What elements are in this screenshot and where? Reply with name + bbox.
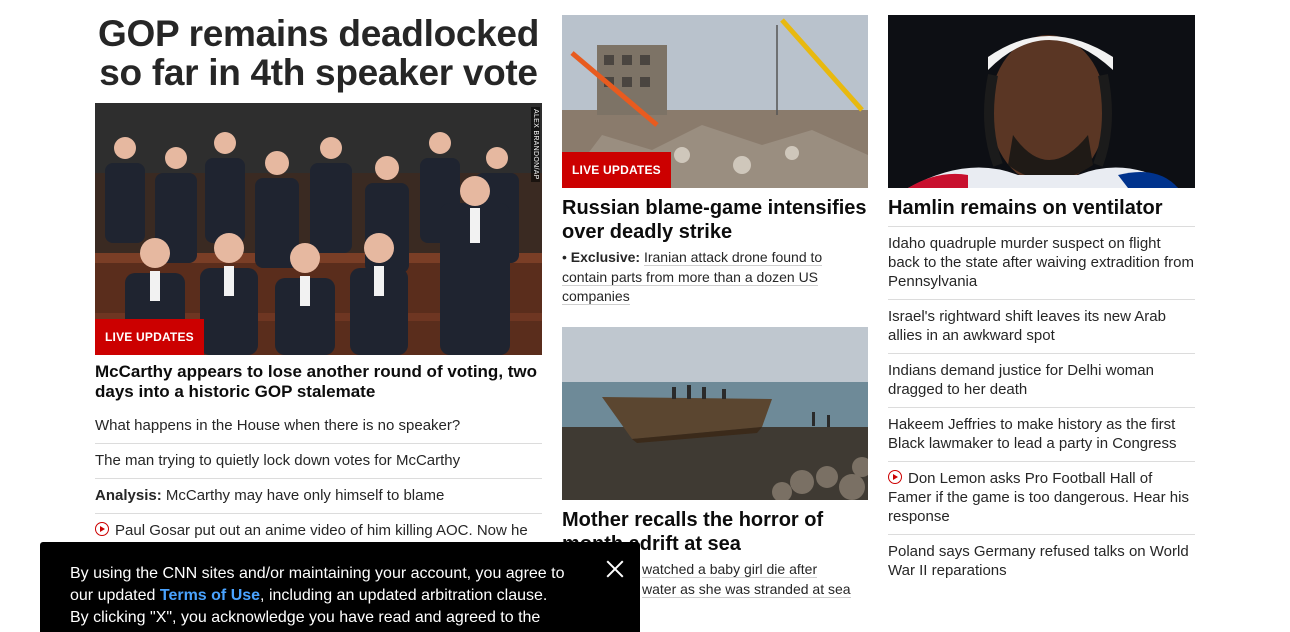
lead-story-headline[interactable]: McCarthy appears to lose another round o… [95,362,542,402]
list-item[interactable]: The man trying to quietly lock down vote… [95,444,542,479]
right-story-links: Idaho quadruple murder suspect on flight… [888,226,1195,588]
photo-credit: ALEX BRANDON/AP [531,107,540,182]
exclusive-label: Exclusive: [570,249,641,265]
terms-of-use-link[interactable]: Terms of Use [160,587,260,604]
house-chamber-image [95,103,542,355]
house-chamber-photo[interactable]: ALEX BRANDON/AP LIVE UPDATES [95,103,542,355]
list-item[interactable]: Israel's rightward shift leaves its new … [888,300,1195,354]
analysis-label: Analysis: [95,487,162,504]
list-item[interactable]: Poland says Germany refused talks on Wor… [888,535,1195,588]
consent-line-3: By clicking "X", you acknowledge you hav… [70,609,541,626]
list-item[interactable]: Idaho quadruple murder suspect on flight… [888,227,1195,300]
list-item[interactable]: Analysis: McCarthy may have only himself… [95,479,542,514]
terms-consent-banner: By using the CNN sites and/or maintainin… [40,542,640,632]
consent-line-2: our updated Terms of Use, including an u… [70,587,548,604]
play-icon [888,470,902,484]
close-icon[interactable] [604,558,626,580]
russia-strike-photo[interactable]: LIVE UPDATES [562,15,868,188]
list-item[interactable]: Hakeem Jeffries to make history as the f… [888,408,1195,462]
list-item[interactable]: Don Lemon asks Pro Football Hall of Fame… [888,462,1195,535]
consent-line-1: By using the CNN sites and/or maintainin… [70,565,565,582]
boat-on-beach-image [562,327,868,500]
hamlin-headline[interactable]: Hamlin remains on ventilator [888,196,1195,220]
hamlin-portrait-image [888,15,1195,188]
list-item[interactable]: Indians demand justice for Delhi woman d… [888,354,1195,408]
boat-photo[interactable] [562,327,868,500]
live-updates-badge: LIVE UPDATES [95,319,204,355]
lead-headline[interactable]: GOP remains deadlocked so far in 4th spe… [95,14,542,92]
mother-sublink[interactable]: watched a baby girl die after water as s… [642,560,868,599]
russia-headline[interactable]: Russian blame-game intensifies over dead… [562,196,868,244]
play-icon [95,522,109,536]
list-item[interactable]: What happens in the House when there is … [95,409,542,444]
lead-story-links: What happens in the House when there is … [95,409,542,548]
exclusive-sublink[interactable]: • Exclusive: Iranian attack drone found … [562,248,832,307]
live-updates-badge: LIVE UPDATES [562,152,671,188]
hamlin-photo[interactable] [888,15,1195,188]
